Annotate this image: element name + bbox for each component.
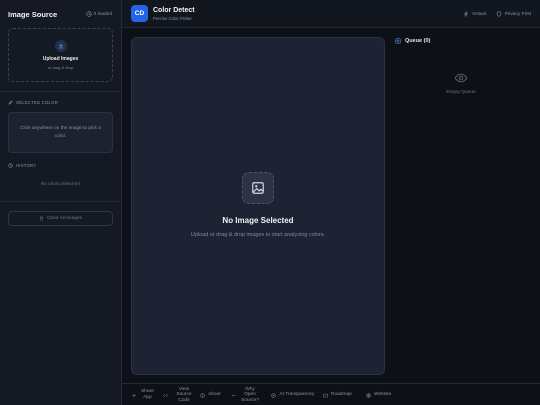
about-link[interactable]: About <box>200 384 221 405</box>
instant-badge: Instant <box>463 11 487 17</box>
queue-empty-state: Empty Queue <box>420 71 502 95</box>
history-label: HISTORY <box>8 163 36 168</box>
share-icon <box>131 393 136 398</box>
image-canvas-panel[interactable]: No Image Selected Upload or drag & drop … <box>131 37 385 375</box>
clock-icon <box>85 11 92 17</box>
clear-all-images-label: Clear All Images <box>47 216 82 221</box>
ai-icon <box>271 392 276 398</box>
view-source-label: View Source Code <box>176 386 192 403</box>
history-icon <box>8 163 13 168</box>
footer: Share App View Source Code About Why Ope… <box>122 383 540 405</box>
roadmap-link[interactable]: Roadmap <box>323 384 352 405</box>
pencil-icon <box>8 100 13 105</box>
open-source-label: Why Open Source? <box>241 386 259 403</box>
info-icon <box>200 392 205 398</box>
loaded-count-label: 0 loaded <box>93 11 112 17</box>
empty-state-title: No Image Selected <box>222 216 294 225</box>
shield-icon <box>496 11 502 17</box>
queue-icon <box>395 38 401 44</box>
upload-title: Upload Images <box>42 56 79 62</box>
loaded-count: 0 loaded <box>85 11 112 17</box>
ai-transparency-link[interactable]: AI Transparency <box>271 384 315 405</box>
privacy-badge: Privacy First <box>496 11 531 17</box>
roadmap-label: Roadmap <box>331 392 352 398</box>
roadmap-icon <box>323 393 328 398</box>
sidebar-title: Image Source <box>8 9 58 19</box>
selected-color-label: SELECTED COLOR <box>8 100 58 105</box>
website-label: Website <box>374 392 392 398</box>
selected-color-hint: Click anywhere on the image to pick a co… <box>20 125 101 139</box>
ai-transparency-label: AI Transparency <box>279 392 315 398</box>
app-logo: CD <box>131 5 148 22</box>
eye-icon <box>454 71 468 85</box>
upload-subtitle: or drag & drop <box>47 65 74 70</box>
image-icon <box>242 172 274 204</box>
website-link[interactable]: Website <box>366 384 391 405</box>
sidebar-divider <box>0 201 122 202</box>
sidebar-divider <box>0 91 122 92</box>
open-source-icon <box>231 393 236 398</box>
open-source-link[interactable]: Why Open Source? <box>231 384 261 405</box>
view-source-link[interactable]: View Source Code <box>163 384 197 405</box>
empty-state-subtitle: Upload or drag & drop images to start an… <box>190 232 326 238</box>
about-label: About <box>208 392 221 398</box>
code-icon <box>163 393 168 398</box>
header-badges: Instant Privacy First <box>463 0 531 28</box>
upload-icon <box>54 40 67 52</box>
sidebar: Image Source 0 loaded Upload Images or d… <box>0 0 122 405</box>
selected-color-text: SELECTED COLOR <box>16 100 58 105</box>
app-title: Color Detect <box>153 7 195 14</box>
selected-color-panel: Click anywhere on the image to pick a co… <box>8 112 113 153</box>
share-app-label: Share App <box>141 389 154 400</box>
globe-icon <box>366 392 371 398</box>
privacy-badge-label: Privacy First <box>504 11 531 17</box>
lightning-icon <box>463 11 469 17</box>
trash-icon <box>39 216 44 221</box>
share-app-link[interactable]: Share App <box>131 384 156 405</box>
app-subtitle: Precise Color Picker <box>153 16 192 21</box>
instant-badge-label: Instant <box>472 11 487 17</box>
history-text: HISTORY <box>16 163 37 168</box>
upload-dropzone[interactable]: Upload Images or drag & drop <box>8 28 113 82</box>
clear-all-images-button[interactable]: Clear All Images <box>8 211 113 226</box>
history-empty-text: No colors picked yet <box>41 181 80 186</box>
top-bar: CD Color Detect Precise Color Picker Ins… <box>122 0 540 28</box>
queue-title: Queue (0) <box>405 38 431 44</box>
sidebar-header: Image Source 0 loaded <box>0 0 121 28</box>
queue-empty-label: Empty Queue <box>446 90 476 95</box>
queue-header: Queue (0) <box>395 38 430 44</box>
